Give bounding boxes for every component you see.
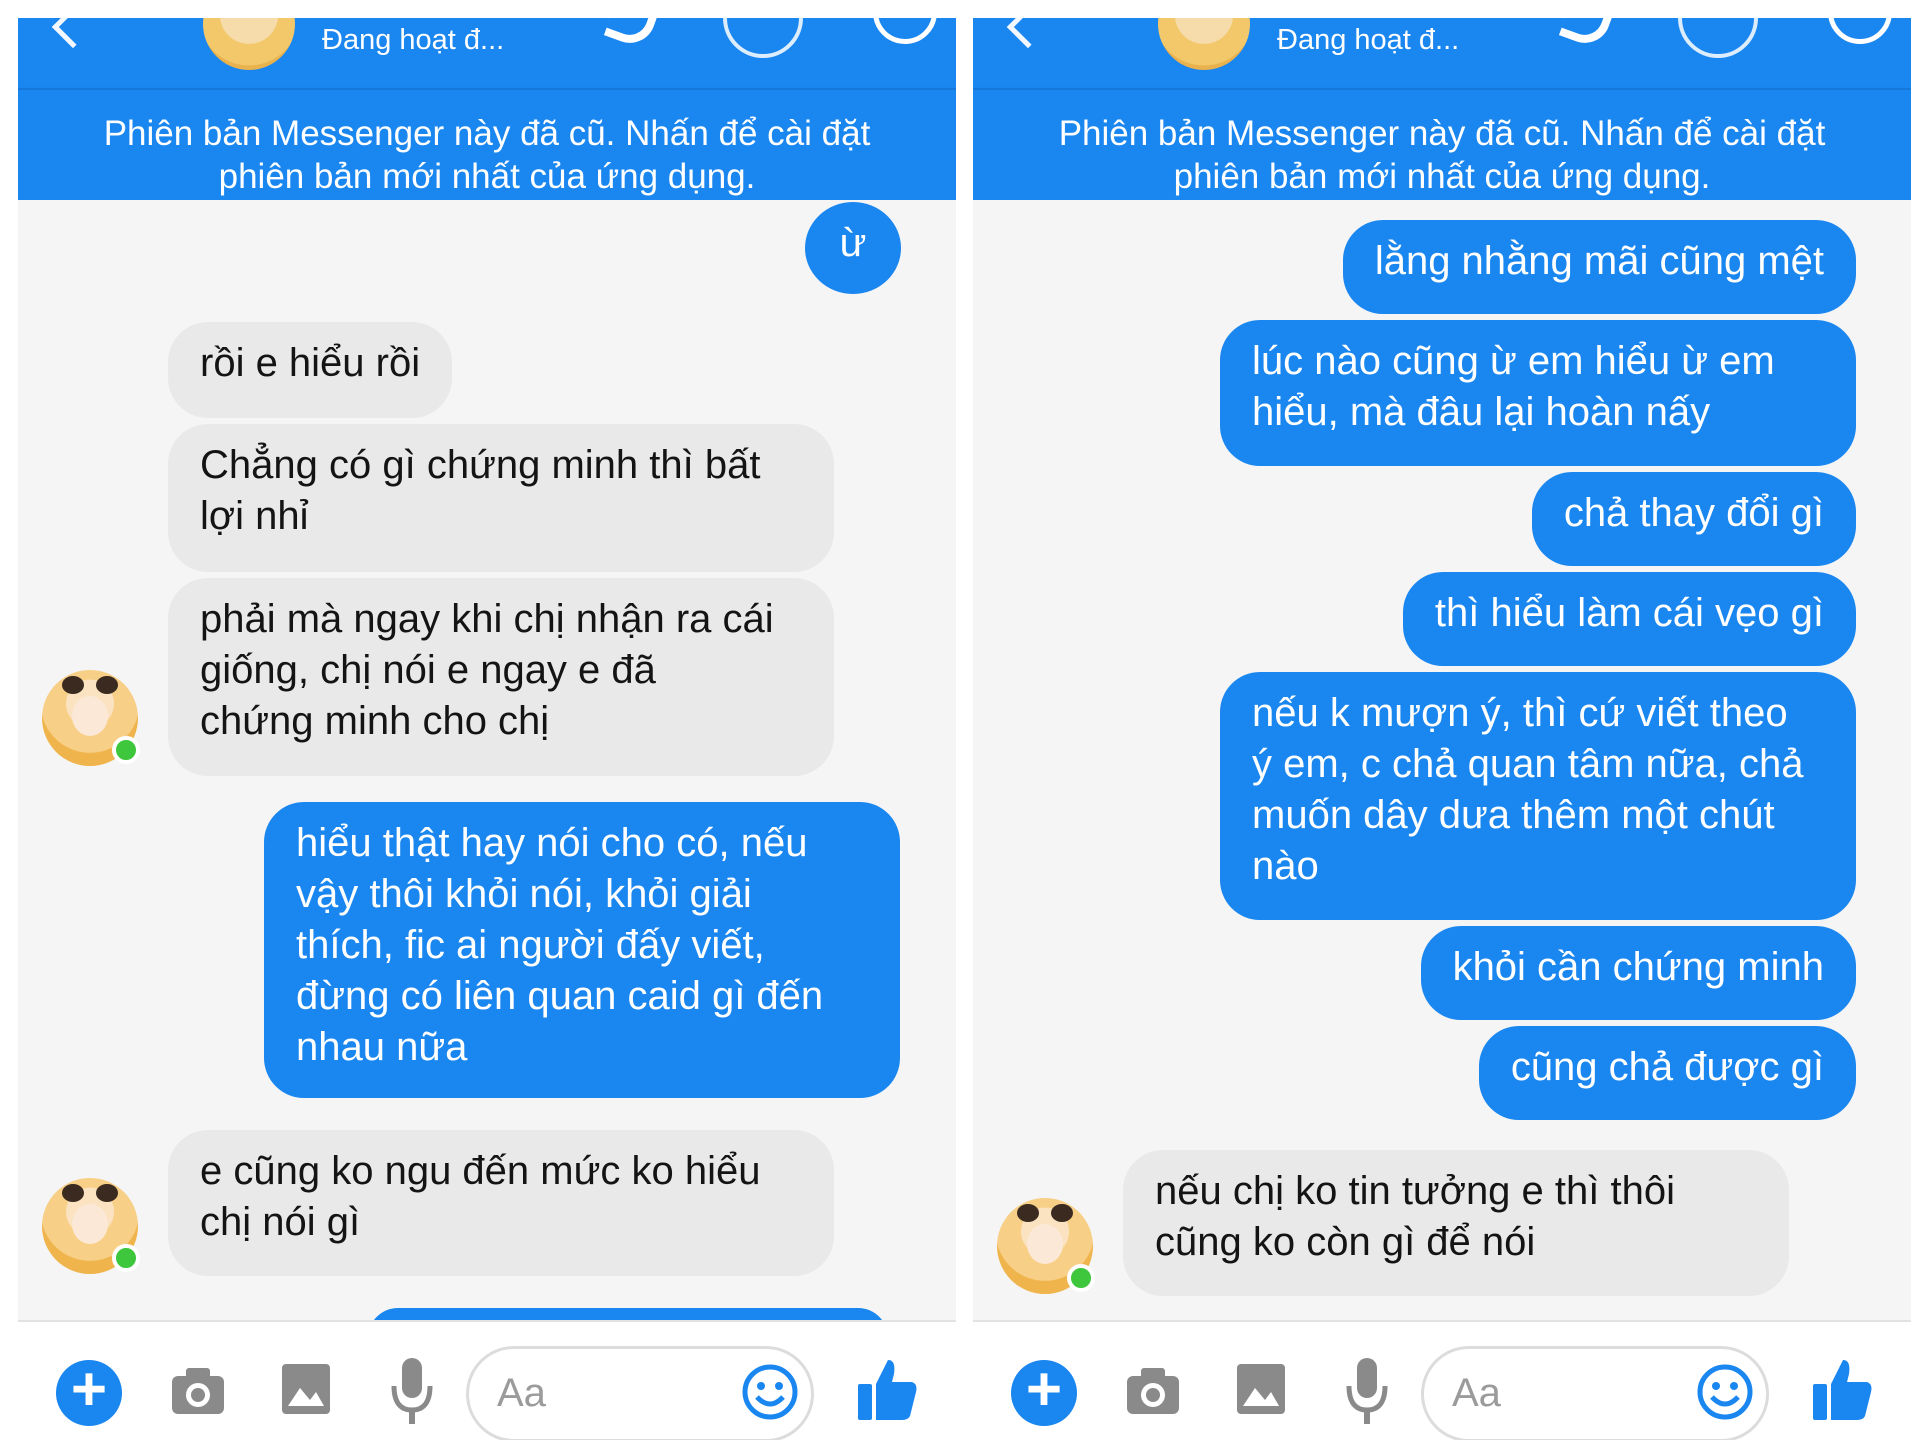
camera-icon[interactable] — [1125, 1366, 1181, 1416]
avatar-ear — [62, 1184, 84, 1202]
message-input[interactable]: Aa — [466, 1346, 814, 1440]
contact-avatar[interactable] — [42, 670, 140, 766]
info-icon[interactable] — [873, 18, 937, 44]
contact-avatar[interactable] — [997, 1198, 1095, 1294]
contact-avatar[interactable] — [1158, 18, 1250, 70]
message-input-placeholder: Aa — [497, 1371, 546, 1415]
message-bubble-partial[interactable] — [368, 1308, 888, 1320]
thumbs-up-icon[interactable] — [1811, 1356, 1873, 1422]
conversation-header: Đang hoạt đ... — [18, 18, 956, 88]
online-indicator — [112, 736, 140, 764]
back-arrow-icon[interactable] — [51, 18, 95, 49]
avatar-face — [72, 1204, 108, 1244]
message-bubble-incoming[interactable]: phải mà ngay khi chị nhận ra cái giống, … — [168, 578, 834, 776]
chat-screen-right: Đang hoạt đ... Phiên bản Messenger này đ… — [973, 18, 1911, 1440]
emoji-icon[interactable] — [741, 1363, 799, 1421]
avatar-face — [72, 696, 108, 736]
message-bubble-outgoing[interactable]: ừ — [805, 202, 901, 294]
microphone-icon[interactable] — [1345, 1356, 1389, 1426]
plus-icon[interactable]: + — [56, 1359, 122, 1426]
message-bubble-outgoing[interactable]: khỏi cần chứng minh — [1420, 926, 1856, 1020]
conversation-header: Đang hoạt đ... — [973, 18, 1911, 88]
gallery-icon[interactable] — [280, 1362, 332, 1416]
avatar-ear — [62, 676, 84, 694]
online-indicator — [1067, 1264, 1095, 1292]
message-bubble-outgoing[interactable]: cũng chả được gì — [1478, 1026, 1856, 1120]
message-bubble-outgoing[interactable]: lúc nào cũng ừ em hiểu ừ em hiểu, mà đâu… — [1220, 320, 1856, 466]
contact-avatar[interactable] — [42, 1178, 140, 1274]
message-input-placeholder: Aa — [1452, 1371, 1501, 1415]
video-camera-icon[interactable] — [723, 18, 803, 58]
message-list[interactable]: ừ rồi e hiểu rồi Chẳng có gì chứng minh … — [18, 200, 956, 1320]
update-banner[interactable]: Phiên bản Messenger này đã cũ. Nhấn để c… — [18, 88, 956, 200]
message-bubble-incoming[interactable]: rồi e hiểu rồi — [168, 322, 453, 418]
avatar-ear — [96, 1184, 118, 1202]
emoji-icon[interactable] — [1696, 1363, 1754, 1421]
message-bubble-outgoing[interactable]: chả thay đổi gì — [1531, 472, 1856, 566]
message-list[interactable]: lằng nhằng mãi cũng mệt lúc nào cũng ừ e… — [973, 200, 1911, 1320]
info-icon[interactable] — [1828, 18, 1892, 44]
message-composer: + Aa — [18, 1320, 956, 1440]
message-input[interactable]: Aa — [1421, 1346, 1769, 1440]
thumbs-up-icon[interactable] — [856, 1356, 918, 1422]
message-composer: + Aa — [973, 1320, 1911, 1440]
message-bubble-incoming[interactable]: nếu chị ko tin tưởng e thì thôi cũng ko … — [1123, 1150, 1789, 1296]
online-indicator — [112, 1244, 140, 1272]
back-arrow-icon[interactable] — [1006, 18, 1050, 49]
message-bubble-outgoing[interactable]: nếu k mượn ý, thì cứ viết theo ý em, c c… — [1220, 672, 1856, 920]
message-bubble-outgoing[interactable]: hiểu thật hay nói cho có, nếu vậy thôi k… — [264, 802, 900, 1098]
message-bubble-outgoing[interactable]: thì hiểu làm cái vẹo gì — [1402, 572, 1856, 666]
chat-screen-left: Đang hoạt đ... Phiên bản Messenger này đ… — [18, 18, 956, 1440]
avatar-ear — [96, 676, 118, 694]
camera-icon[interactable] — [170, 1366, 226, 1416]
active-status: Đang hoạt đ... — [322, 24, 505, 56]
avatar-ear — [1017, 1204, 1039, 1222]
message-bubble-outgoing[interactable]: lằng nhằng mãi cũng mệt — [1342, 220, 1856, 314]
active-status: Đang hoạt đ... — [1277, 24, 1460, 56]
video-camera-icon[interactable] — [1678, 18, 1758, 58]
message-bubble-incoming[interactable]: e cũng ko ngu đến mức ko hiểu chị nói gì — [168, 1130, 834, 1276]
phone-icon[interactable] — [1558, 18, 1616, 51]
update-banner[interactable]: Phiên bản Messenger này đã cũ. Nhấn để c… — [973, 88, 1911, 200]
gallery-icon[interactable] — [1235, 1362, 1287, 1416]
message-bubble-incoming[interactable]: Chẳng có gì chứng minh thì bất lợi nhỉ — [168, 424, 834, 572]
plus-icon[interactable]: + — [1011, 1359, 1077, 1426]
phone-icon[interactable] — [603, 18, 661, 51]
microphone-icon[interactable] — [390, 1356, 434, 1426]
avatar-face — [1027, 1224, 1063, 1264]
avatar-ear — [1051, 1204, 1073, 1222]
contact-avatar[interactable] — [203, 18, 295, 70]
